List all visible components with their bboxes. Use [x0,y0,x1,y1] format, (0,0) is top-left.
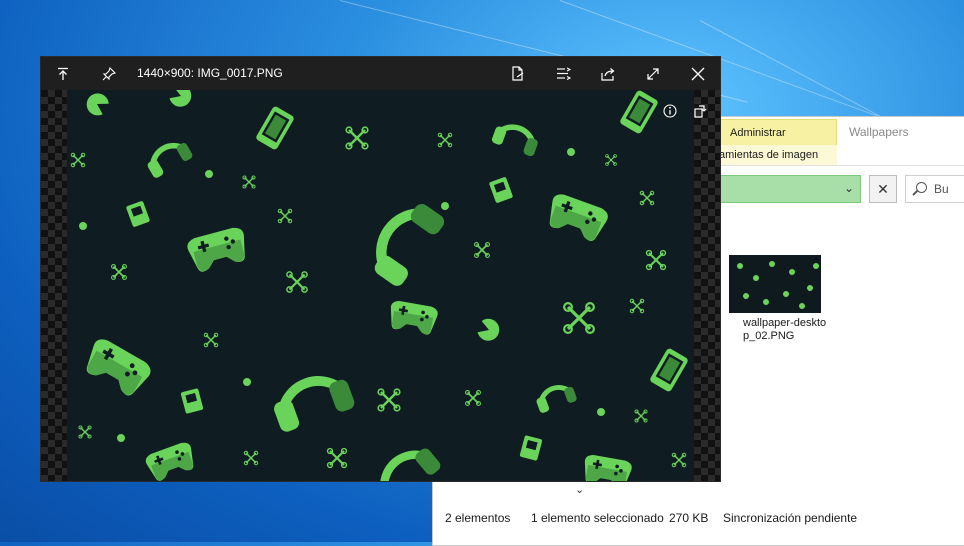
window-title: 1440×900: IMG_0017.PNG [137,66,283,80]
tab-herramientas-imagen[interactable]: amientas de imagen [719,145,837,165]
file-name: wallpaper-desktop_02.PNG [743,317,827,342]
address-bar[interactable]: ⌄ [713,175,861,203]
chevron-down-icon[interactable]: ⌄ [844,181,854,195]
status-sync: Sincronización pendiente [723,511,858,525]
expand-icon[interactable] [631,57,675,90]
clear-address-button[interactable]: ✕ [869,175,897,203]
status-size: 270 KB [669,511,709,525]
wallpaper-pattern [70,90,689,481]
chevron-down-icon[interactable]: ⌄ [575,483,584,496]
search-placeholder: Bu [934,182,949,196]
document-edit-icon[interactable] [496,57,540,90]
pin-icon[interactable] [87,57,131,90]
search-input[interactable]: Bu [905,175,964,203]
status-item-count: 2 elementos [445,511,511,525]
tab-administrar[interactable]: Administrar [719,119,837,145]
file-item[interactable]: wallpaper-desktop_02.PNG [729,255,829,343]
photo-viewer-window: 1440×900: IMG_0017.PNG [40,56,721,482]
photo-canvas[interactable] [41,90,720,481]
rotate-icon[interactable] [689,100,711,122]
info-icon[interactable] [659,100,681,122]
search-icon [916,182,927,193]
share-icon[interactable] [586,57,630,90]
file-thumbnail [729,255,821,313]
close-icon[interactable] [676,57,720,90]
window-title: Wallpapers [849,125,909,139]
arrow-up-to-line-icon[interactable] [41,57,85,90]
list-options-icon[interactable] [541,57,585,90]
title-bar: 1440×900: IMG_0017.PNG [41,57,720,90]
status-bar: 2 elementos 1 elemento seleccionado 270 … [433,503,964,533]
status-selection: 1 elemento seleccionado [531,511,664,525]
